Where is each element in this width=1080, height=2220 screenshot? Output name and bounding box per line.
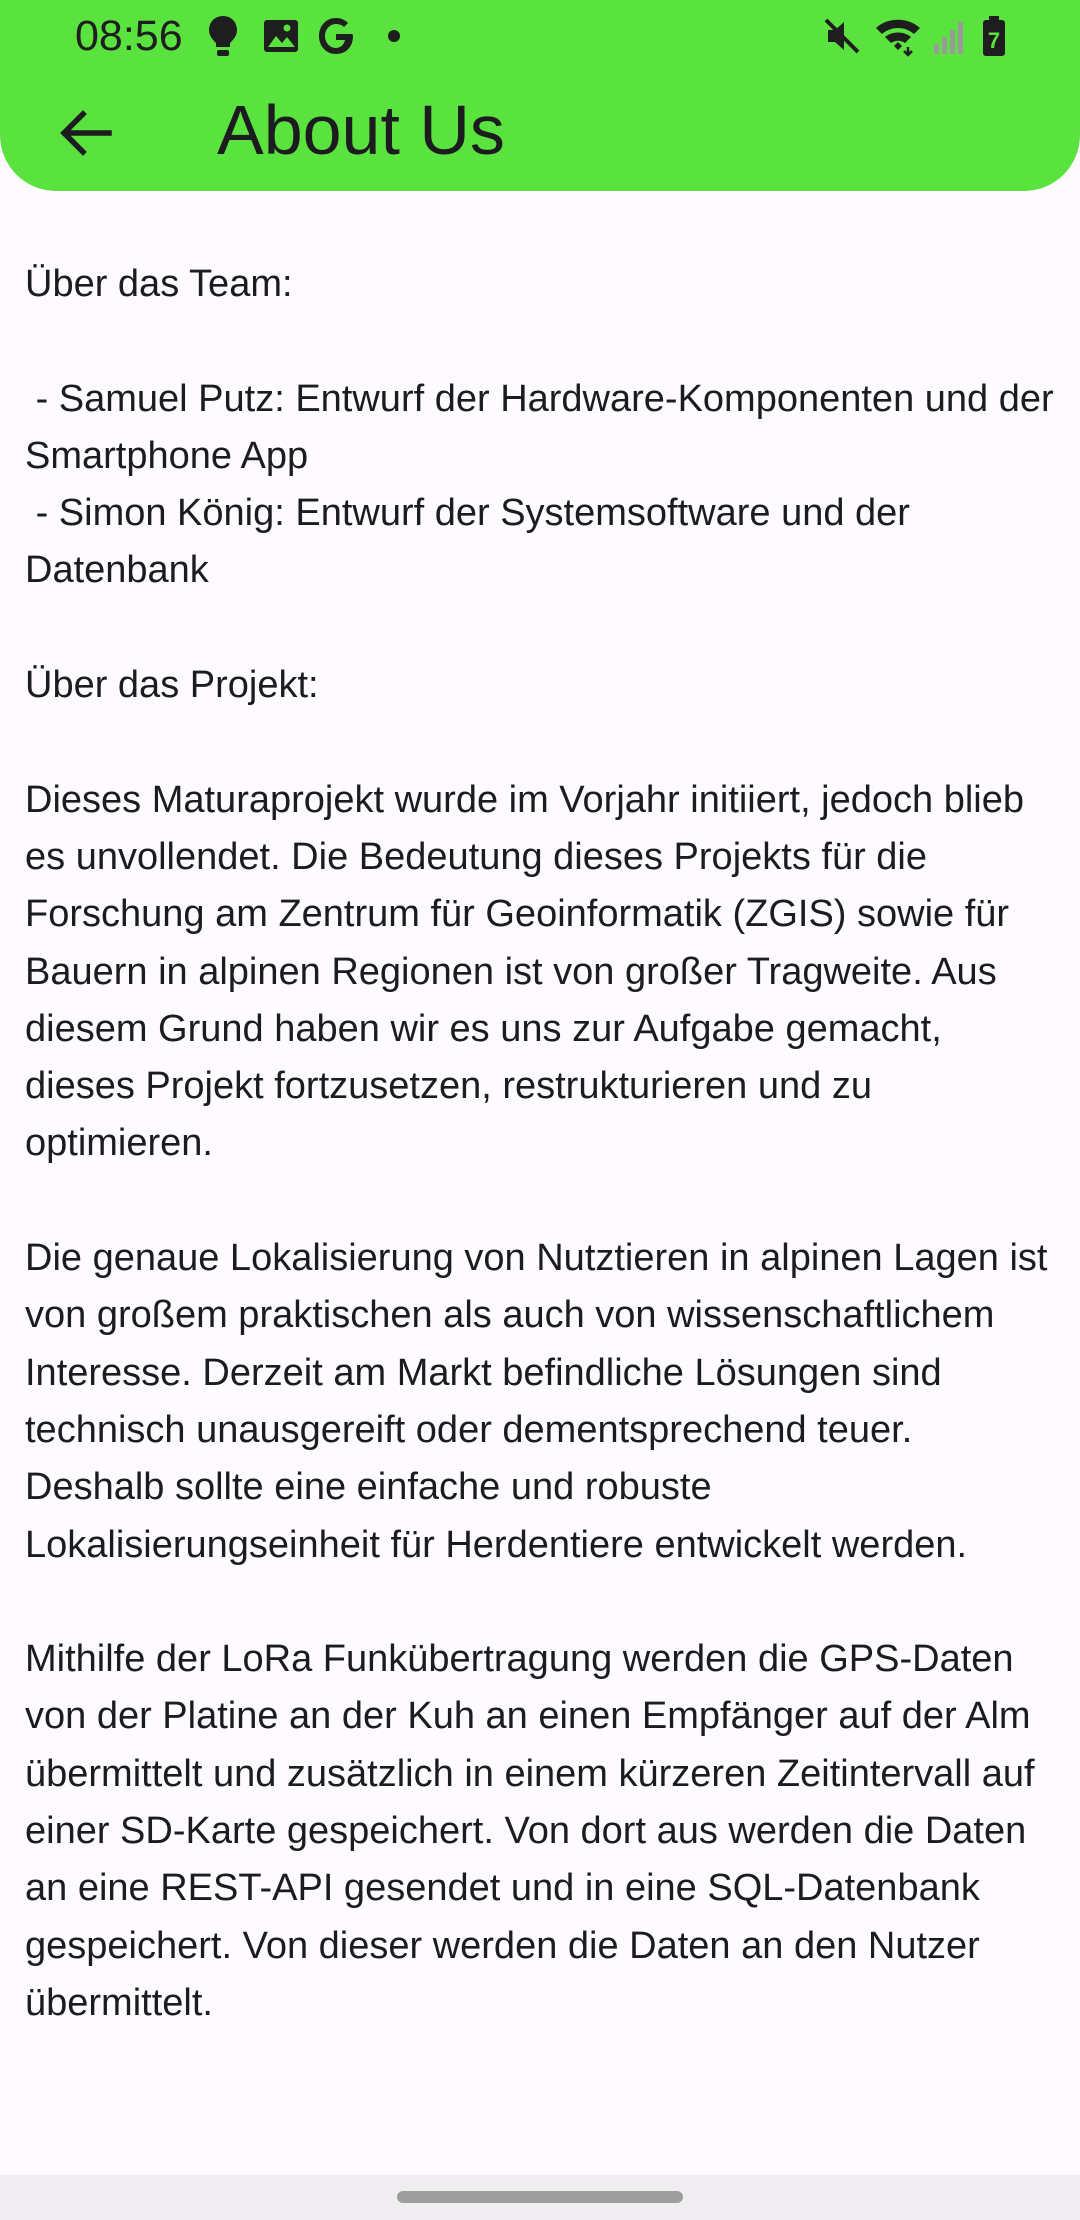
battery-level: 7 (988, 28, 1000, 53)
project-paragraph-2: Die genaue Lokalisierung von Nutztieren … (25, 1237, 1059, 1566)
about-content: Über das Team: - Samuel Putz: Entwurf de… (25, 256, 1060, 2032)
image-icon (264, 20, 298, 52)
signal-icon (934, 22, 963, 54)
lightbulb-icon (209, 16, 237, 56)
back-button[interactable] (52, 100, 118, 166)
google-icon (319, 18, 353, 54)
page-title: About Us (217, 91, 505, 169)
project-heading: Über das Projekt: (25, 664, 319, 707)
arrow-back-icon (60, 110, 112, 156)
team-member-simon: - Simon König: Entwurf der Systemsoftwar… (25, 492, 921, 592)
wifi-icon (876, 19, 920, 57)
mute-icon (824, 18, 860, 54)
dot-icon (388, 30, 400, 42)
status-time: 08:56 (75, 12, 183, 60)
project-paragraph-1: Dieses Maturaprojekt wurde im Vorjahr in… (25, 778, 1035, 1165)
status-bar: 08:56 7 (0, 0, 1080, 72)
battery-icon: 7 (983, 16, 1005, 56)
app-bar: 08:56 7 About Us (0, 0, 1080, 191)
home-gesture-handle[interactable] (397, 2191, 683, 2203)
team-member-samuel: - Samuel Putz: Entwurf der Hardware-Komp… (25, 377, 1065, 477)
project-paragraph-3: Mithilfe der LoRa Funkübertragung werden… (25, 1638, 1046, 2024)
team-heading: Über das Team: (25, 263, 293, 305)
